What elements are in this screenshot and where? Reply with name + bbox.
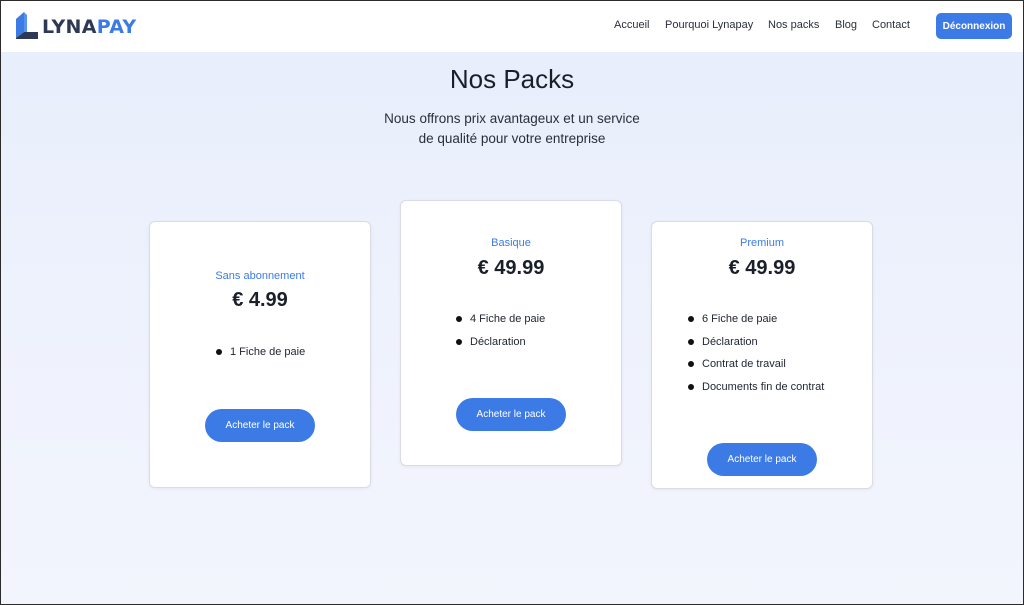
feature-list: 4 Fiche de paie Déclaration: [456, 312, 545, 357]
feature-item: Contrat de travail: [688, 357, 824, 380]
buy-pack-button[interactable]: Acheter le pack: [205, 409, 315, 442]
pack-name: Sans abonnement: [215, 270, 305, 282]
feature-item: Documents fin de contrat: [688, 380, 824, 403]
pack-card-sans-abonnement: Sans abonnement € 4.99 1 Fiche de paie A…: [149, 221, 371, 488]
nav-contact[interactable]: Contact: [872, 19, 910, 31]
pack-price: € 49.99: [477, 257, 545, 279]
feature-item: 6 Fiche de paie: [688, 312, 824, 335]
feature-item: Déclaration: [688, 335, 824, 358]
pack-card-premium: Premium € 49.99 6 Fiche de paie Déclarat…: [651, 221, 873, 489]
pack-price: € 49.99: [728, 257, 796, 279]
feature-list: 6 Fiche de paie Déclaration Contrat de t…: [688, 312, 824, 402]
page-subtitle: Nous offrons prix avantageux et un servi…: [362, 109, 662, 149]
buy-pack-button[interactable]: Acheter le pack: [456, 398, 566, 431]
nav-blog[interactable]: Blog: [835, 19, 857, 31]
page-title: Nos Packs: [449, 64, 575, 94]
subtitle-line-1: Nous offrons prix avantageux et un servi…: [384, 111, 640, 126]
subtitle-line-2: de qualité pour votre entreprise: [418, 131, 606, 146]
pack-name: Premium: [739, 237, 784, 249]
feature-item: 1 Fiche de paie: [216, 345, 305, 368]
pack-name: Basique: [491, 237, 531, 249]
buy-pack-button[interactable]: Acheter le pack: [707, 443, 817, 476]
nav-accueil[interactable]: Accueil: [614, 19, 649, 31]
pack-price: € 4.99: [232, 289, 288, 311]
logout-button[interactable]: Déconnexion: [936, 13, 1012, 39]
feature-list: 1 Fiche de paie: [216, 345, 305, 368]
nav-pourquoi-lynapay[interactable]: Pourquoi Lynapay: [665, 19, 753, 31]
feature-item: Déclaration: [456, 335, 545, 358]
top-header: LYNAPAY Accueil Pourquoi Lynapay Nos pac…: [0, 0, 1024, 52]
nav-nos-packs[interactable]: Nos packs: [768, 19, 819, 31]
main-nav: Accueil Pourquoi Lynapay Nos packs Blog …: [0, 0, 1024, 52]
pack-card-basique: Basique € 49.99 4 Fiche de paie Déclarat…: [400, 200, 622, 466]
feature-item: 4 Fiche de paie: [456, 312, 545, 335]
